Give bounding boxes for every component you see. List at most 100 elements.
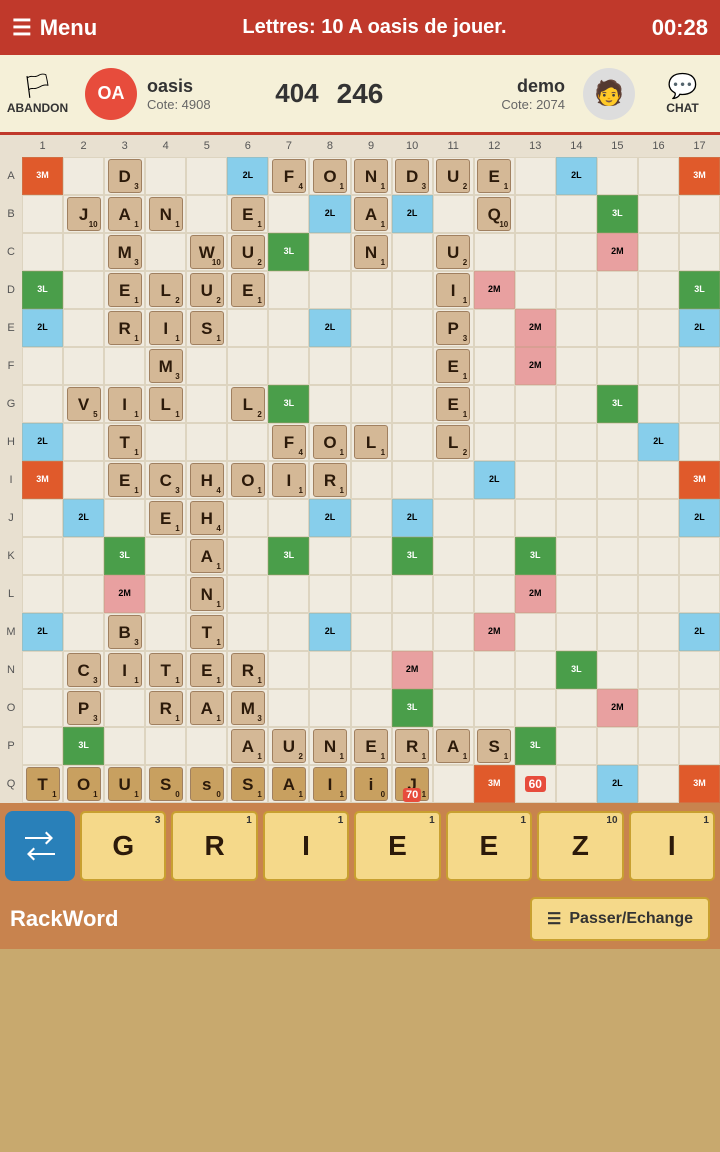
cell-Q13[interactable]: 60 — [515, 765, 556, 803]
cell-O13[interactable] — [515, 689, 556, 727]
cell-G3[interactable]: I1 — [104, 385, 145, 423]
cell-C7[interactable]: 3L — [268, 233, 309, 271]
cell-N16[interactable] — [638, 651, 679, 689]
cell-M7[interactable] — [268, 613, 309, 651]
cell-I5[interactable]: H4 — [186, 461, 227, 499]
cell-L7[interactable] — [268, 575, 309, 613]
cell-A1[interactable]: 3M — [22, 157, 63, 195]
cell-B13[interactable] — [515, 195, 556, 233]
cell-K14[interactable] — [556, 537, 597, 575]
cell-A9[interactable]: N1 — [351, 157, 392, 195]
cell-B11[interactable] — [433, 195, 474, 233]
cell-Q17[interactable]: 3M — [679, 765, 720, 803]
cell-L17[interactable] — [679, 575, 720, 613]
cell-C5[interactable]: W10 — [186, 233, 227, 271]
cell-F15[interactable] — [597, 347, 638, 385]
cell-H8[interactable]: O1 — [309, 423, 350, 461]
cell-M12[interactable]: 2M — [474, 613, 515, 651]
cell-L14[interactable] — [556, 575, 597, 613]
cell-J13[interactable] — [515, 499, 556, 537]
cell-I9[interactable] — [351, 461, 392, 499]
cell-A7[interactable]: F4 — [268, 157, 309, 195]
cell-O14[interactable] — [556, 689, 597, 727]
cell-D4[interactable]: L2 — [145, 271, 186, 309]
cell-L5[interactable]: N1 — [186, 575, 227, 613]
cell-H13[interactable] — [515, 423, 556, 461]
rack-tile-I2[interactable]: 1 I — [629, 811, 715, 881]
rack-tile-I[interactable]: 1 I — [263, 811, 349, 881]
cell-B12[interactable]: Q10 — [474, 195, 515, 233]
cell-D6[interactable]: E1 — [227, 271, 268, 309]
cell-A12[interactable]: E1 — [474, 157, 515, 195]
cell-G11[interactable]: E1 — [433, 385, 474, 423]
cell-K9[interactable] — [351, 537, 392, 575]
cell-H14[interactable] — [556, 423, 597, 461]
cell-G9[interactable] — [351, 385, 392, 423]
cell-D10[interactable] — [392, 271, 433, 309]
rack-tile-E2[interactable]: 1 E — [446, 811, 532, 881]
cell-I10[interactable] — [392, 461, 433, 499]
cell-M11[interactable] — [433, 613, 474, 651]
cell-P14[interactable] — [556, 727, 597, 765]
cell-N17[interactable] — [679, 651, 720, 689]
cell-J3[interactable] — [104, 499, 145, 537]
cell-D7[interactable] — [268, 271, 309, 309]
cell-A2[interactable] — [63, 157, 104, 195]
cell-G8[interactable] — [309, 385, 350, 423]
cell-D5[interactable]: U2 — [186, 271, 227, 309]
cell-P4[interactable] — [145, 727, 186, 765]
cell-H12[interactable] — [474, 423, 515, 461]
cell-K2[interactable] — [63, 537, 104, 575]
cell-F11[interactable]: E1 — [433, 347, 474, 385]
cell-B1[interactable] — [22, 195, 63, 233]
cell-K6[interactable] — [227, 537, 268, 575]
cell-J6[interactable] — [227, 499, 268, 537]
cell-C11[interactable]: U2 — [433, 233, 474, 271]
cell-I14[interactable] — [556, 461, 597, 499]
cell-F14[interactable] — [556, 347, 597, 385]
cell-Q7[interactable]: A1 — [268, 765, 309, 803]
cell-N9[interactable] — [351, 651, 392, 689]
cell-M5[interactable]: T1 — [186, 613, 227, 651]
rackword-button[interactable]: RackWord — [10, 906, 118, 932]
cell-G13[interactable] — [515, 385, 556, 423]
cell-E12[interactable] — [474, 309, 515, 347]
cell-H3[interactable]: T1 — [104, 423, 145, 461]
cell-F17[interactable] — [679, 347, 720, 385]
cell-E7[interactable] — [268, 309, 309, 347]
cell-I15[interactable] — [597, 461, 638, 499]
cell-B16[interactable] — [638, 195, 679, 233]
cell-H9[interactable]: L1 — [351, 423, 392, 461]
cell-F10[interactable] — [392, 347, 433, 385]
cell-I6[interactable]: O1 — [227, 461, 268, 499]
cell-P9[interactable]: E1 — [351, 727, 392, 765]
cell-M17[interactable]: 2L — [679, 613, 720, 651]
cell-B4[interactable]: N1 — [145, 195, 186, 233]
cell-A17[interactable]: 3M — [679, 157, 720, 195]
cell-M15[interactable] — [597, 613, 638, 651]
cell-O2[interactable]: P3 — [63, 689, 104, 727]
cell-C4[interactable] — [145, 233, 186, 271]
cell-N12[interactable] — [474, 651, 515, 689]
cell-F12[interactable] — [474, 347, 515, 385]
cell-E9[interactable] — [351, 309, 392, 347]
cell-I11[interactable] — [433, 461, 474, 499]
cell-P13[interactable]: 3L — [515, 727, 556, 765]
cell-C2[interactable] — [63, 233, 104, 271]
cell-E3[interactable]: R1 — [104, 309, 145, 347]
cell-B7[interactable] — [268, 195, 309, 233]
cell-G5[interactable] — [186, 385, 227, 423]
cell-Q11[interactable] — [433, 765, 474, 803]
cell-M9[interactable] — [351, 613, 392, 651]
cell-D2[interactable] — [63, 271, 104, 309]
cell-D11[interactable]: I1 — [433, 271, 474, 309]
cell-A15[interactable] — [597, 157, 638, 195]
cell-A5[interactable] — [186, 157, 227, 195]
cell-J7[interactable] — [268, 499, 309, 537]
cell-H7[interactable]: F4 — [268, 423, 309, 461]
cell-G2[interactable]: V5 — [63, 385, 104, 423]
cell-A14[interactable]: 2L — [556, 157, 597, 195]
cell-H17[interactable] — [679, 423, 720, 461]
cell-G17[interactable] — [679, 385, 720, 423]
cell-I7[interactable]: I1 — [268, 461, 309, 499]
